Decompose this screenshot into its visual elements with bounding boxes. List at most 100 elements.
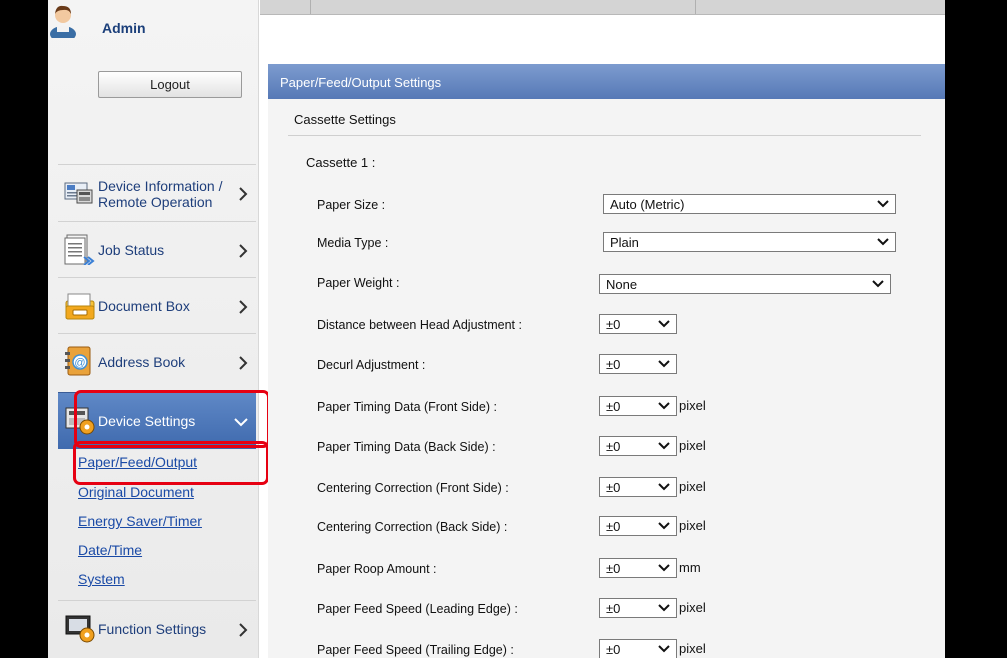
device-info-label-line1: Device Information / — [98, 178, 223, 194]
sidebar-item-label: Address Book — [98, 354, 186, 370]
admin-info: Admin — [48, 4, 258, 40]
address-book-icon: @ — [65, 346, 91, 376]
topbar-divider — [695, 0, 696, 14]
sidebar-item-device-information[interactable]: Device Information / Remote Operation — [58, 164, 256, 221]
unit-label: pixel — [679, 518, 706, 533]
settings-panel: Cassette Settings Cassette 1 : Paper Siz… — [268, 99, 945, 658]
sidebar-item-address-book[interactable]: @ Address Book — [58, 333, 256, 390]
setting-row-head-adjustment: Distance between Head Adjustment : ±0 — [268, 314, 945, 338]
chevron-down-icon — [872, 280, 884, 288]
feed-speed-leading-select[interactable]: ±0 — [599, 598, 677, 618]
setting-row-timing-back: Paper Timing Data (Back Side) : ±0 pixel — [268, 436, 945, 460]
media-type-select[interactable]: Plain — [603, 232, 896, 252]
setting-label: Paper Feed Speed (Trailing Edge) : — [317, 643, 514, 657]
setting-row-timing-front: Paper Timing Data (Front Side) : ±0 pixe… — [268, 396, 945, 420]
chevron-down-icon — [658, 442, 670, 450]
select-value: ±0 — [606, 480, 621, 495]
chevron-down-icon — [658, 360, 670, 368]
unit-label: pixel — [679, 600, 706, 615]
setting-label: Paper Feed Speed (Leading Edge) : — [317, 602, 518, 616]
chevron-right-icon — [239, 244, 248, 258]
chevron-down-icon — [877, 238, 889, 246]
job-status-icon — [64, 234, 95, 265]
timing-front-select[interactable]: ±0 — [599, 396, 677, 416]
device-settings-icon — [65, 407, 95, 435]
sidebar-item-label: Document Box — [98, 298, 190, 314]
submenu-energy-saver-timer[interactable]: Energy Saver/Timer — [78, 513, 202, 529]
chevron-down-icon — [658, 320, 670, 328]
user-avatar-icon — [50, 5, 76, 38]
centering-back-select[interactable]: ±0 — [599, 516, 677, 536]
setting-row-centering-front: Centering Correction (Front Side) : ±0 p… — [268, 477, 945, 501]
chevron-right-icon — [239, 187, 248, 201]
chevron-down-icon — [658, 483, 670, 491]
svg-text:@: @ — [74, 357, 85, 369]
select-value: ±0 — [606, 642, 621, 657]
sidebar-item-function-settings[interactable]: Function Settings — [58, 600, 256, 657]
select-value: Plain — [610, 235, 639, 250]
sidebar-item-label: Device Settings — [98, 413, 196, 429]
sidebar-item-label: Job Status — [98, 242, 165, 258]
setting-row-paper-weight: Paper Weight : None — [268, 274, 945, 298]
chevron-right-icon — [239, 356, 248, 370]
setting-row-paper-size: Paper Size : Auto (Metric) — [268, 194, 945, 218]
sidebar-item-device-settings[interactable]: Device Settings — [58, 392, 256, 449]
submenu-paper-feed-output[interactable]: Paper/Feed/Output — [78, 454, 197, 470]
setting-label: Paper Timing Data (Front Side) : — [317, 400, 497, 414]
head-adjustment-select[interactable]: ±0 — [599, 314, 677, 334]
setting-row-decurl-adjustment: Decurl Adjustment : ±0 — [268, 354, 945, 378]
paper-size-select[interactable]: Auto (Metric) — [603, 194, 896, 214]
setting-row-feed-speed-leading: Paper Feed Speed (Leading Edge) : ±0 pix… — [268, 598, 945, 622]
setting-label: Centering Correction (Front Side) : — [317, 481, 509, 495]
submenu-original-document[interactable]: Original Document — [78, 484, 194, 500]
setting-label: Centering Correction (Back Side) : — [317, 520, 508, 534]
function-settings-icon — [65, 615, 95, 643]
setting-label: Paper Weight : — [317, 276, 400, 290]
device-info-label-line2: Remote Operation — [98, 194, 213, 210]
chevron-down-icon — [658, 564, 670, 572]
setting-row-roop-amount: Paper Roop Amount : ±0 mm — [268, 558, 945, 582]
sidebar-item-label: Function Settings — [98, 621, 207, 637]
setting-label: Distance between Head Adjustment : — [317, 318, 522, 332]
select-value: ±0 — [606, 519, 621, 534]
logout-button[interactable]: Logout — [98, 71, 242, 98]
device-info-icon — [64, 182, 93, 204]
admin-name: Admin — [102, 20, 146, 36]
browser-frame: Admin Logout Device Information / Remote … — [48, 0, 945, 658]
select-value: None — [606, 277, 638, 292]
unit-label: pixel — [679, 479, 706, 494]
select-value: ±0 — [606, 317, 621, 332]
chevron-right-icon — [239, 300, 248, 314]
submenu-date-time[interactable]: Date/Time — [78, 542, 142, 558]
chevron-down-icon — [658, 604, 670, 612]
setting-label: Paper Roop Amount : — [317, 562, 437, 576]
topbar-divider — [310, 0, 311, 14]
top-bar — [260, 0, 945, 15]
feed-speed-trailing-select[interactable]: ±0 — [599, 639, 677, 658]
group-title: Cassette 1 : — [306, 155, 376, 170]
unit-label: pixel — [679, 438, 706, 453]
setting-row-media-type: Media Type : Plain — [268, 232, 945, 256]
section-title: Cassette Settings — [294, 112, 396, 127]
select-value: ±0 — [606, 357, 621, 372]
chevron-right-icon — [239, 623, 248, 637]
unit-label: pixel — [679, 641, 706, 656]
select-value: ±0 — [606, 399, 621, 414]
document-box-icon — [65, 293, 95, 320]
unit-label: mm — [679, 560, 701, 575]
chevron-down-icon — [658, 645, 670, 653]
chevron-down-icon — [234, 418, 248, 427]
setting-label: Paper Timing Data (Back Side) : — [317, 440, 496, 454]
timing-back-select[interactable]: ±0 — [599, 436, 677, 456]
sidebar-item-job-status[interactable]: Job Status — [58, 221, 256, 278]
decurl-adjustment-select[interactable]: ±0 — [599, 354, 677, 374]
chevron-down-icon — [877, 200, 889, 208]
roop-amount-select[interactable]: ±0 — [599, 558, 677, 578]
submenu-system[interactable]: System — [78, 571, 125, 587]
setting-label: Media Type : — [317, 236, 389, 250]
setting-row-centering-back: Centering Correction (Back Side) : ±0 pi… — [268, 516, 945, 540]
setting-label: Decurl Adjustment : — [317, 358, 426, 372]
paper-weight-select[interactable]: None — [599, 274, 891, 294]
centering-front-select[interactable]: ±0 — [599, 477, 677, 497]
sidebar-item-document-box[interactable]: Document Box — [58, 277, 256, 334]
